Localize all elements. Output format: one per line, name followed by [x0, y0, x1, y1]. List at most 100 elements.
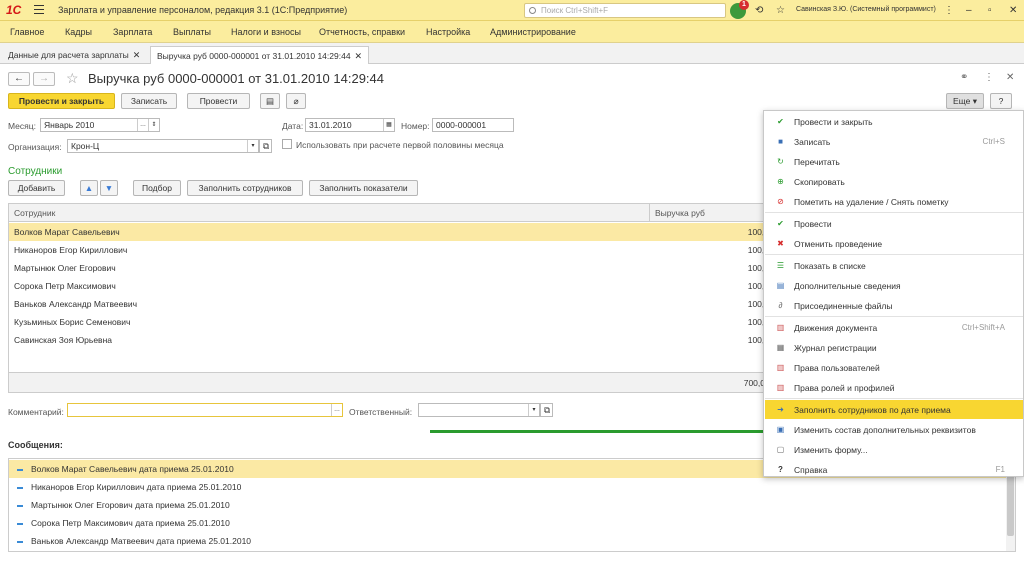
messages-title: Сообщения: — [8, 440, 63, 450]
attributes-icon: ▣ — [776, 425, 785, 434]
menu-item-fill-by-hire-date[interactable]: ➜ Заполнить сотрудников по дате приема — [765, 400, 1023, 419]
menu-item-edit-attributes[interactable]: ▣ Изменить состав дополнительных реквизит… — [765, 420, 1023, 439]
menu-icon[interactable]: ⋮ — [944, 5, 954, 16]
column-header-revenue[interactable]: Выручка руб — [649, 204, 769, 222]
first-half-checkbox[interactable] — [282, 139, 292, 149]
minimize-icon[interactable]: – — [966, 5, 972, 16]
message-item[interactable]: Сорока Петр Максимович дата приема 25.01… — [9, 514, 1009, 532]
back-button[interactable]: ← — [8, 72, 30, 86]
menu-taxes[interactable]: Налоги и взносы — [231, 27, 301, 37]
favorite-star-icon[interactable]: ☆ — [66, 70, 79, 87]
menu-item-mark-delete[interactable]: ⊘ Пометить на удаление / Снять пометку — [765, 192, 1023, 211]
date-field[interactable]: 31.01.2010 ▦ — [305, 118, 395, 132]
maximize-icon[interactable]: ▫ — [988, 5, 992, 16]
movements-icon: ▥ — [776, 323, 785, 332]
menu-main[interactable]: Главное — [10, 27, 44, 37]
tab-salary-data[interactable]: Данные для расчета зарплаты ✕ — [2, 46, 146, 64]
move-up-icon[interactable]: ▲ — [80, 180, 98, 196]
forward-button[interactable]: → — [33, 72, 55, 86]
history-icon[interactable]: ⟲ — [755, 5, 763, 16]
menu-item-unpost[interactable]: ✖ Отменить проведение — [765, 234, 1023, 253]
sections-menu: Главное Кадры Зарплата Выплаты Налоги и … — [0, 21, 1024, 43]
search-icon — [529, 7, 536, 14]
menu-item-show-in-list[interactable]: ☰ Показать в списке — [765, 256, 1023, 275]
post-icon: ✔ — [777, 219, 784, 228]
move-down-icon[interactable]: ▼ — [100, 180, 118, 196]
unpost-icon: ✖ — [777, 239, 784, 248]
close-icon[interactable]: ✕ — [1006, 72, 1014, 83]
open-tabs: Данные для расчета зарплаты ✕ Выручка руб… — [0, 43, 1024, 64]
menu-item-save[interactable]: ■ Записать Ctrl+S — [765, 132, 1023, 151]
section-title: Сотрудники — [8, 166, 63, 177]
window-title: Зарплата и управление персоналом, редакц… — [58, 5, 348, 15]
star-icon[interactable]: ☆ — [776, 5, 785, 16]
fill-indicators-button[interactable]: Заполнить показатели — [309, 180, 418, 196]
add-button[interactable]: Добавить — [8, 180, 65, 196]
message-item[interactable]: Никаноров Егор Кириллович дата приема 25… — [9, 478, 1009, 496]
menu-payments[interactable]: Выплаты — [173, 27, 211, 37]
post-and-close-button[interactable]: Провести и закрыть — [8, 93, 115, 109]
pick-button[interactable]: Подбор — [133, 180, 181, 196]
open-icon[interactable]: ⧉ — [259, 139, 272, 153]
link-icon[interactable]: ⚭ — [960, 72, 968, 83]
table-footer: 700,0 — [9, 372, 767, 392]
menu-salary[interactable]: Зарплата — [113, 27, 152, 37]
menu-item-post[interactable]: ✔ Провести — [765, 214, 1023, 233]
menu-item-copy[interactable]: ⊕ Скопировать — [765, 172, 1023, 191]
open-icon[interactable]: ⧉ — [540, 403, 553, 417]
close-icon[interactable]: ✕ — [355, 51, 363, 61]
table-row[interactable]: Ваньков Александр Матвеевич 100,0 — [9, 295, 769, 313]
month-field[interactable]: Январь 2010… ⇕ — [40, 118, 160, 132]
menu-separator — [765, 398, 1023, 399]
fill-employees-button[interactable]: Заполнить сотрудников — [187, 180, 303, 196]
menu-item-post-close[interactable]: ✔ Провести и закрыть — [765, 112, 1023, 131]
responsible-field[interactable]: ▾ — [418, 403, 540, 417]
menu-separator — [765, 212, 1023, 213]
document-title: Выручка руб 0000-000001 от 31.01.2010 14… — [88, 71, 385, 86]
comment-field[interactable]: … — [67, 403, 343, 417]
menu-reports[interactable]: Отчетность, справки — [319, 27, 405, 37]
menu-item-role-rights[interactable]: ▥ Права ролей и профилей — [765, 378, 1023, 397]
calendar-icon[interactable]: ▦ — [383, 119, 394, 131]
paperclip-icon[interactable]: ⌀ — [286, 93, 306, 109]
help-button[interactable]: ? — [990, 93, 1012, 109]
close-icon[interactable]: ✕ — [1009, 5, 1017, 16]
tab-revenue-document[interactable]: Выручка руб 0000-000001 от 31.01.2010 14… — [150, 46, 370, 64]
save-button[interactable]: Записать — [121, 93, 177, 109]
menu-item-journal[interactable]: ▦ Журнал регистрации — [765, 338, 1023, 357]
save-icon: ■ — [778, 137, 783, 146]
report-icon[interactable]: ▤ — [260, 93, 280, 109]
menu-administration[interactable]: Администрирование — [490, 27, 576, 37]
menu-item-reload[interactable]: ↻ Перечитать — [765, 152, 1023, 171]
rights-icon: ▥ — [776, 363, 785, 372]
menu-item-user-rights[interactable]: ▥ Права пользователей — [765, 358, 1023, 377]
number-label: Номер: — [401, 121, 430, 131]
menu-item-change-form[interactable]: ▢ Изменить форму... — [765, 440, 1023, 459]
menu-settings[interactable]: Настройка — [426, 27, 470, 37]
menu-separator — [765, 254, 1023, 255]
table-row[interactable]: Савинская Зоя Юрьевна 100,0 — [9, 331, 769, 349]
month-label: Месяц: — [8, 121, 36, 131]
table-row[interactable]: Мартынюк Олег Егорович 100,0 — [9, 259, 769, 277]
column-header-employee[interactable]: Сотрудник — [9, 204, 649, 222]
number-field[interactable]: 0000-000001 — [432, 118, 514, 132]
current-user[interactable]: Савинская З.Ю. (Системный программист) — [796, 6, 936, 13]
message-item[interactable]: Мартынюк Олег Егорович дата приема 25.01… — [9, 496, 1009, 514]
post-button[interactable]: Провести — [187, 93, 250, 109]
message-item[interactable]: Ваньков Александр Матвеевич дата приема … — [9, 532, 1009, 550]
more-button[interactable]: Еще ▾ — [946, 93, 984, 109]
hamburger-icon[interactable] — [34, 5, 44, 15]
table-row[interactable]: Волков Марат Савельевич 100,0 — [9, 223, 769, 241]
menu-staff[interactable]: Кадры — [65, 27, 92, 37]
organization-field[interactable]: Крон-Ц ▾ — [67, 139, 259, 153]
table-row[interactable]: Кузьминых Борис Семенович 100,0 — [9, 313, 769, 331]
menu-item-movements[interactable]: ▥ Движения документа Ctrl+Shift+A — [765, 318, 1023, 337]
menu-item-attached-files[interactable]: ∂ Присоединенные файлы — [765, 296, 1023, 315]
search-input[interactable]: Поиск Ctrl+Shift+F — [524, 3, 726, 18]
table-row[interactable]: Сорока Петр Максимович 100,0 — [9, 277, 769, 295]
table-row[interactable]: Никаноров Егор Кириллович 100,0 — [9, 241, 769, 259]
menu-item-help[interactable]: ? Справка F1 — [765, 460, 1023, 479]
close-icon[interactable]: ✕ — [133, 50, 141, 60]
more-icon[interactable]: ⋮ — [984, 72, 994, 83]
menu-item-additional-info[interactable]: ▤ Дополнительные сведения — [765, 276, 1023, 295]
